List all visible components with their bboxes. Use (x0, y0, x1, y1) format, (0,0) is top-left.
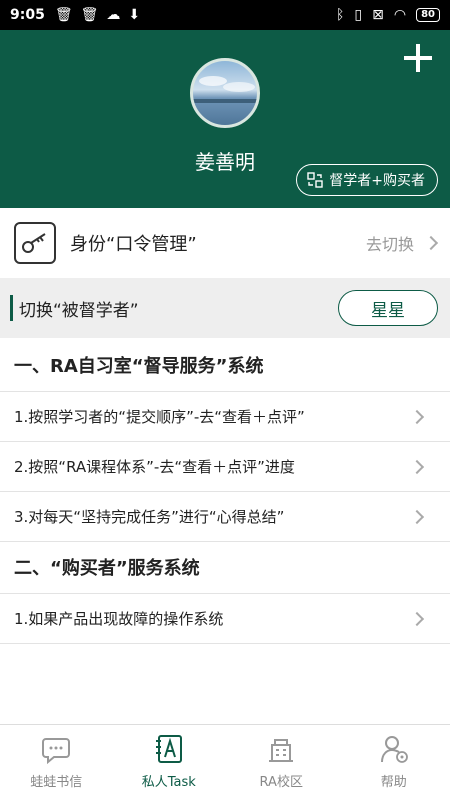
section-title: 一、RA自习室“督导服务”系统 (0, 338, 450, 392)
chevron-right-icon (409, 459, 425, 474)
list-item[interactable]: 2.按照“RA课程体系”-去“查看＋点评”进度 (0, 442, 450, 492)
key-icon (14, 222, 56, 264)
sim-icon: ⊠ (372, 7, 384, 23)
identity-row[interactable]: 身份“口令管理” 去切换 (0, 208, 450, 278)
nav-item-campus[interactable]: RA校区 (225, 725, 338, 800)
nav-item-letters[interactable]: 蛙蛙书信 (0, 725, 113, 800)
list-item-label: 2.按照“RA课程体系”-去“查看＋点评”进度 (14, 458, 295, 476)
nav-label: RA校区 (259, 775, 303, 790)
list-item-label: 3.对每天“坚持完成任务”进行“心得总结” (14, 508, 285, 526)
battery-icon: 80 (416, 8, 440, 22)
nav-item-task[interactable]: 私人Task (113, 725, 226, 800)
chevron-right-icon (409, 611, 425, 626)
trash-icon: 🗑 (80, 7, 99, 23)
list-item[interactable]: 3.对每天“坚持完成任务”进行“心得总结” (0, 492, 450, 542)
bluetooth-icon: ᛒ (336, 7, 345, 23)
cloud-icon: ☁ (106, 7, 121, 23)
identity-action-label: 去切换 (365, 235, 414, 254)
chevron-right-icon (409, 409, 425, 424)
status-bar: 9:05 🗑 🗑 ☁ ⬇ ᛒ ▯ ⊠ ◠ 80 (0, 0, 450, 30)
list-item[interactable]: 1.按照学习者的“提交顺序”-去“查看＋点评” (0, 392, 450, 442)
list-item-label: 1.按照学习者的“提交顺序”-去“查看＋点评” (14, 408, 305, 426)
identity-switch-link[interactable]: 去切换 (365, 231, 439, 255)
accent-bar (10, 295, 13, 321)
help-person-icon (380, 736, 408, 763)
avatar[interactable] (190, 58, 260, 128)
profile-header: 姜善明 督学者+购买者 (0, 30, 450, 208)
nav-item-help[interactable]: 帮助 (338, 725, 450, 800)
role-switch-button[interactable]: 督学者+购买者 (296, 164, 438, 196)
task-book-icon (155, 735, 182, 763)
role-button-label: 督学者+购买者 (329, 173, 425, 189)
add-button[interactable] (404, 44, 432, 72)
list-item[interactable]: 1.如果产品出现故障的操作系统 (0, 594, 450, 644)
chevron-right-icon (423, 235, 439, 251)
vibrate-icon: ▯ (354, 7, 363, 23)
list-item-label: 1.如果产品出现故障的操作系统 (14, 610, 224, 628)
star-button[interactable]: 星星 (338, 290, 438, 326)
switch-label: 切换“被督学者” (19, 300, 139, 321)
identity-label: 身份“口令管理” (70, 234, 197, 255)
building-icon (269, 739, 294, 762)
bottom-nav: 蛙蛙书信 私人Task RA校区 帮助 (0, 724, 450, 800)
nav-label: 私人Task (141, 775, 196, 790)
chevron-right-icon (409, 509, 425, 524)
avatar-image (193, 76, 257, 103)
nav-label: 蛙蛙书信 (30, 775, 83, 790)
section-title: 二、“购买者”服务系统 (0, 540, 450, 594)
swap-icon (307, 172, 323, 188)
chat-bubble-icon (42, 738, 71, 765)
trash-icon: 🗑 (54, 7, 73, 23)
download-icon: ⬇ (128, 7, 141, 23)
status-time: 9:05 (10, 7, 45, 23)
wifi-icon: ◠ (393, 7, 407, 23)
nav-label: 帮助 (380, 775, 407, 790)
switch-row: 切换“被督学者” 星星 (0, 278, 450, 338)
